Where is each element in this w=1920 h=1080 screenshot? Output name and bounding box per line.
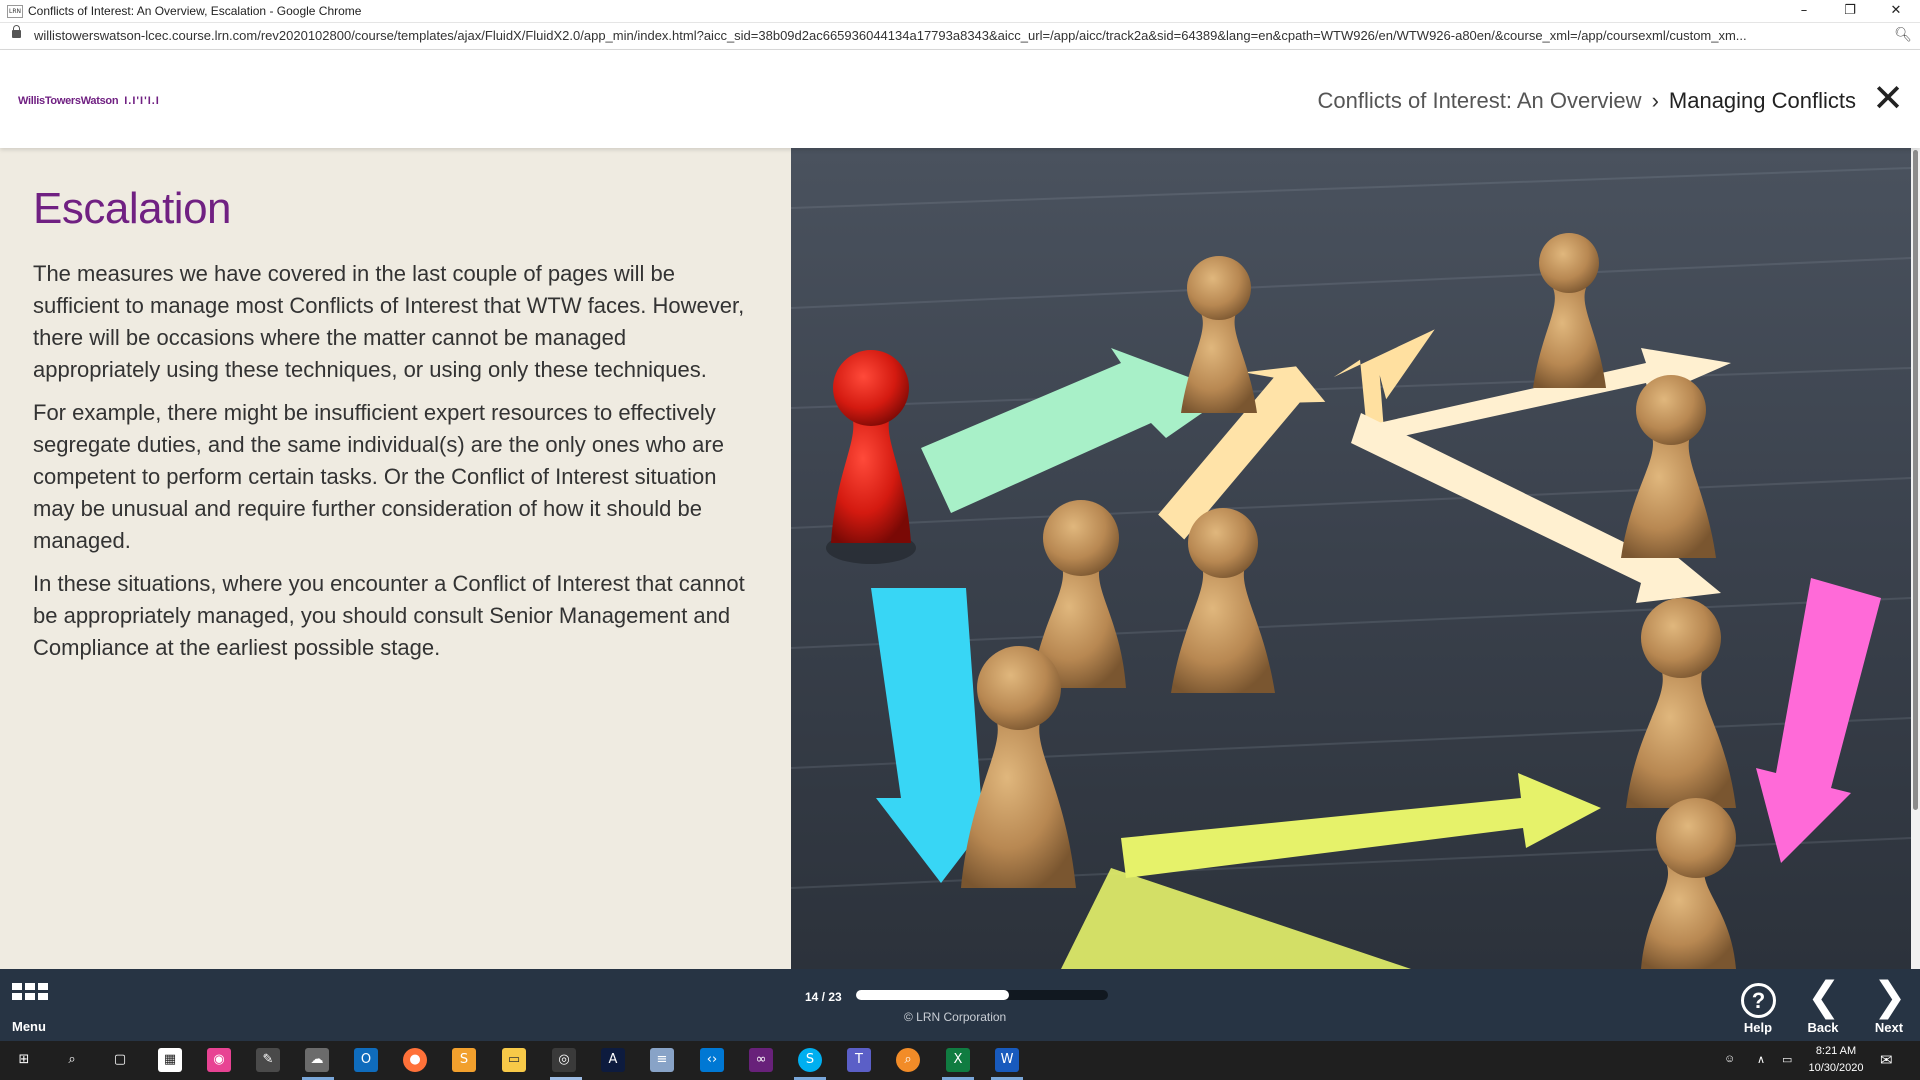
breadcrumb-section: Managing Conflicts <box>1668 88 1856 113</box>
copyright-text: © LRN Corporation <box>904 1010 1007 1024</box>
windows-start-icon[interactable]: ⊞ <box>12 1048 36 1072</box>
calculator-icon[interactable]: ▦ <box>158 1048 182 1072</box>
task-view-icon[interactable]: ▢ <box>108 1048 132 1072</box>
lrn-favicon-icon: LRN <box>7 5 23 18</box>
outlook-icon[interactable]: O <box>354 1048 378 1072</box>
page-indicator: 14 / 23 <box>805 990 842 1004</box>
browser-title-bar: LRN Conflicts of Interest: An Overview, … <box>0 0 1920 23</box>
search-app-icon[interactable]: ⌕ <box>896 1048 920 1072</box>
visual-studio-icon[interactable]: ∞ <box>749 1048 773 1072</box>
word-icon[interactable]: W <box>995 1048 1019 1072</box>
file-explorer-icon[interactable]: ▭ <box>502 1048 526 1072</box>
zoom-icon[interactable]: 🔍︎ <box>1894 27 1912 43</box>
skype-icon[interactable]: S <box>798 1048 822 1072</box>
course-header: WillisTowersWatson I.I'I'I.I Conflicts of… <box>0 50 1920 148</box>
chevron-right-icon: › <box>1651 88 1659 113</box>
restore-button[interactable]: ❐ <box>1827 0 1873 22</box>
cloud-app-icon[interactable]: ☁ <box>305 1048 329 1072</box>
paint-icon[interactable]: ✎ <box>256 1048 280 1072</box>
help-label: Help <box>1743 1020 1773 1035</box>
breadcrumb-course: Conflicts of Interest: An Overview <box>1317 88 1642 113</box>
search-icon[interactable]: ⌕ <box>60 1048 84 1072</box>
people-icon[interactable]: ☺ <box>1724 1053 1735 1065</box>
vscode-icon[interactable]: ‹› <box>700 1048 724 1072</box>
paragraph: In these situations, where you encounter… <box>33 571 745 660</box>
progress-bar <box>856 990 1108 1000</box>
illustration-photo <box>791 148 1911 969</box>
clock-time[interactable]: 8:21 AM <box>1806 1045 1866 1057</box>
chrome-icon[interactable]: ◎ <box>552 1048 576 1072</box>
menu-grid-icon[interactable] <box>12 983 50 1011</box>
clock-date[interactable]: 10/30/2020 <box>1804 1062 1868 1074</box>
acrobat-icon[interactable]: A <box>601 1048 625 1072</box>
paragraph: For example, there might be insufficient… <box>33 400 724 553</box>
battery-icon[interactable]: ▭ <box>1782 1053 1792 1066</box>
window-title: Conflicts of Interest: An Overview, Esca… <box>28 4 362 18</box>
notepad-icon[interactable]: ≡ <box>650 1048 674 1072</box>
progress-fill <box>856 990 1010 1000</box>
windows-taskbar: ⊞ ⌕ ▢ ▦ ◉ ✎ ☁ O ● S ▭ ◎ A ≡ ‹› ∞ S T ⌕ X… <box>0 1041 1920 1080</box>
sublime-text-icon[interactable]: S <box>452 1048 476 1072</box>
player-footer: Menu 14 / 23 © LRN Corporation ? Help ❮ … <box>0 969 1920 1041</box>
tray-chevron-icon[interactable]: ∧ <box>1757 1053 1765 1066</box>
address-bar[interactable]: willistowerswatson-lcec.course.lrn.com/r… <box>0 23 1920 50</box>
pawns-and-arrows-image <box>791 148 1911 969</box>
lock-icon[interactable] <box>12 25 21 38</box>
logo-text: WillisTowersWatson <box>18 95 119 107</box>
teams-icon[interactable]: T <box>847 1048 871 1072</box>
breadcrumb: Conflicts of Interest: An Overview › Manag… <box>1318 88 1856 114</box>
page-title: Escalation <box>33 184 232 233</box>
firefox-icon[interactable]: ● <box>403 1048 427 1072</box>
snip-app-icon[interactable]: ◉ <box>207 1048 231 1072</box>
menu-label[interactable]: Menu <box>12 1019 46 1034</box>
close-course-button[interactable]: ✕ <box>1870 79 1906 117</box>
window-close-button[interactable]: ✕ <box>1873 0 1919 22</box>
chevron-right-icon: ❯ <box>1873 974 1907 1020</box>
wtw-logo: WillisTowersWatson I.I'I'I.I <box>18 95 160 107</box>
next-label: Next <box>1874 1020 1904 1035</box>
url-text[interactable]: willistowerswatson-lcec.course.lrn.com/r… <box>34 28 1874 43</box>
logo-mark: I.I'I'I.I <box>124 95 160 107</box>
paragraph: The measures we have covered in the last… <box>33 261 745 382</box>
content-panel: Escalation The measures we have covered … <box>0 148 791 969</box>
page-body: The measures we have covered in the last… <box>33 258 753 675</box>
chevron-left-icon: ❮ <box>1807 974 1841 1020</box>
scrollbar-thumb[interactable] <box>1913 150 1918 810</box>
excel-icon[interactable]: X <box>946 1048 970 1072</box>
help-icon: ? <box>1741 983 1776 1018</box>
minimize-button[interactable]: – <box>1781 0 1827 22</box>
notifications-icon[interactable]: ✉ <box>1880 1051 1893 1069</box>
vertical-scrollbar[interactable] <box>1911 148 1920 969</box>
back-label: Back <box>1807 1020 1839 1035</box>
